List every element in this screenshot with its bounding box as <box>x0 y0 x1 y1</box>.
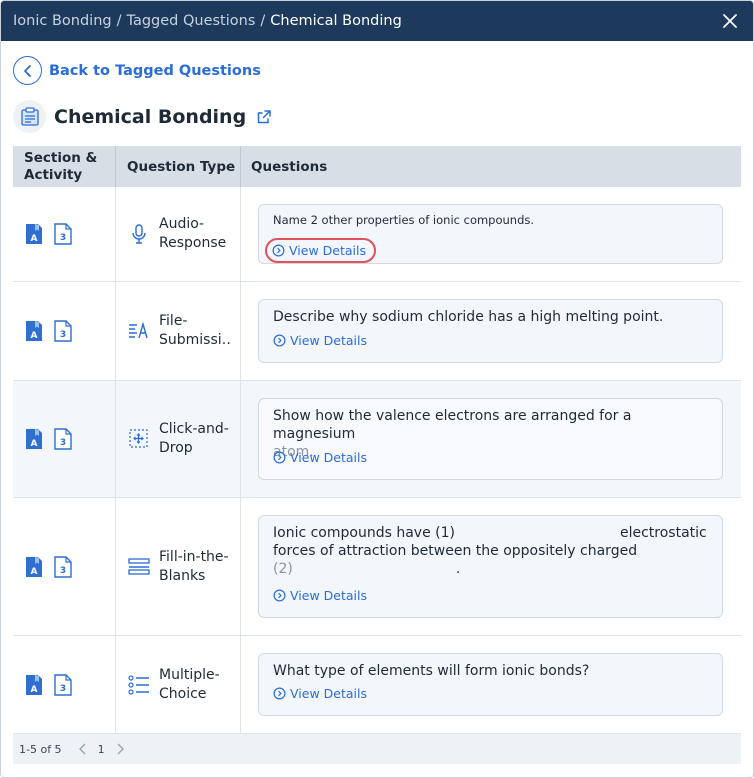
microphone-icon <box>132 224 146 244</box>
svg-text:A: A <box>31 685 38 695</box>
breadcrumb-separator: / <box>116 13 122 29</box>
chevron-right-icon[interactable] <box>113 742 127 756</box>
back-to-tagged-questions-link[interactable]: Back to Tagged Questions <box>13 56 261 85</box>
tagged-question-modal: Ionic Bonding / Tagged Questions / Chemi… <box>0 0 754 778</box>
table-header: Section & Activity Question Type Questio… <box>13 146 741 187</box>
breadcrumb-separator: / <box>260 13 266 29</box>
breadcrumb-item-ionic-bonding[interactable]: Ionic Bonding <box>13 13 112 29</box>
question-type-label: File-Submissi… <box>159 313 231 348</box>
question-card: Name 2 other properties of ionic compoun… <box>258 204 723 264</box>
page-title-row: Chemical Bonding <box>13 100 272 133</box>
activity-badge-icon: 3 <box>54 673 72 696</box>
svg-text:3: 3 <box>60 684 66 694</box>
question-type-cell: Multiple-Choice <box>116 636 241 733</box>
external-link-icon[interactable] <box>256 109 272 125</box>
back-link-label[interactable]: Back to Tagged Questions <box>49 63 261 79</box>
view-details-label[interactable]: View Details <box>289 243 366 258</box>
svg-text:3: 3 <box>60 566 66 576</box>
section-badge-icon: A <box>26 674 42 695</box>
chevron-right-circle-icon <box>273 451 286 464</box>
breadcrumb-item-tagged-questions[interactable]: Tagged Questions <box>126 13 255 29</box>
question-text: Name 2 other properties of ionic compoun… <box>273 213 535 227</box>
section-badge-icon: A <box>26 321 42 341</box>
svg-text:A: A <box>31 234 38 244</box>
view-details-link[interactable]: View Details <box>273 333 367 348</box>
question-cell: Name 2 other properties of ionic compoun… <box>241 187 741 281</box>
chevron-left-icon[interactable] <box>76 742 90 756</box>
svg-text:3: 3 <box>60 438 66 448</box>
activity-badge-icon: 3 <box>54 428 72 450</box>
view-details-link[interactable]: View Details <box>273 588 367 603</box>
activity-badge-icon: 3 <box>54 555 72 578</box>
question-cell: Show how the valence electrons are arran… <box>241 381 741 497</box>
view-details-label[interactable]: View Details <box>290 686 367 701</box>
table-row: A 3 Click-and-Drop Show how the valence … <box>13 381 741 498</box>
svg-text:A: A <box>31 439 38 449</box>
modal-header: Ionic Bonding / Tagged Questions / Chemi… <box>1 1 753 41</box>
section-badge-icon: A <box>26 556 42 577</box>
section-activity-cell: A 3 <box>13 282 116 380</box>
question-text: Describe why sodium chloride has a high … <box>273 309 664 325</box>
question-type-label: Audio-Response <box>159 216 227 251</box>
view-details-link[interactable]: View Details <box>273 686 367 701</box>
activity-badge-icon: 3 <box>54 223 72 245</box>
svg-text:A: A <box>31 567 38 577</box>
table-row: A 3 Audio-Response Name 2 other properti… <box>13 187 741 282</box>
view-details-label[interactable]: View Details <box>290 333 367 348</box>
question-card: Show how the valence electrons are arran… <box>258 398 723 480</box>
chevron-right-circle-icon <box>273 334 286 347</box>
view-details-link[interactable]: View Details <box>273 450 367 465</box>
question-type-label: Multiple-Choice <box>159 666 220 702</box>
pagination-range: 1-5 of 5 <box>19 742 62 756</box>
section-activity-cell: A 3 <box>13 498 116 635</box>
section-activity-cell: A 3 <box>13 187 116 281</box>
svg-text:3: 3 <box>60 330 66 340</box>
table-row: A 3 File-Submissi… Describe why sodium c… <box>13 282 741 381</box>
chevron-left-icon[interactable] <box>13 56 42 85</box>
question-type-label: Click-and-Drop <box>159 421 229 456</box>
question-card: What type of elements will form ionic bo… <box>258 653 723 716</box>
question-cell: Describe why sodium chloride has a high … <box>241 282 741 380</box>
view-details-link[interactable]: View Details <box>265 238 376 263</box>
column-header-questions: Questions <box>251 158 328 175</box>
column-header-question-type: Question Type <box>116 146 241 187</box>
view-details-label[interactable]: View Details <box>290 588 367 603</box>
tagged-questions-table: Section & Activity Question Type Questio… <box>13 146 741 764</box>
question-type-cell: Click-and-Drop <box>116 381 241 497</box>
pagination-bar: 1-5 of 5 1 <box>13 734 741 764</box>
svg-text:3: 3 <box>60 233 66 243</box>
activity-badge-icon: 3 <box>54 320 72 342</box>
table-row: A 3 Fill-in-the-Blanks Ionic compounds h… <box>13 498 741 636</box>
view-details-label[interactable]: View Details <box>290 450 367 465</box>
section-badge-icon: A <box>26 429 42 449</box>
chevron-right-circle-icon <box>273 589 286 602</box>
close-icon[interactable] <box>719 10 741 32</box>
question-type-cell: File-Submissi… <box>116 282 241 380</box>
chevron-right-circle-icon <box>272 244 285 257</box>
question-cell: What type of elements will form ionic bo… <box>241 636 741 733</box>
question-cell: Ionic compounds have (1) electrostatic fo… <box>241 498 741 635</box>
section-badge-icon: A <box>26 224 42 244</box>
chevron-right-circle-icon <box>273 687 286 700</box>
assessment-icon <box>13 100 46 133</box>
page-title: Chemical Bonding <box>54 105 247 128</box>
column-header-section-activity: Section & Activity <box>13 146 116 187</box>
svg-text:A: A <box>31 331 38 341</box>
breadcrumb-current: Chemical Bonding <box>270 13 402 29</box>
list-icon <box>128 674 149 695</box>
question-text: What type of elements will form ionic bo… <box>273 663 590 679</box>
question-card: Ionic compounds have (1) electrostatic fo… <box>258 515 723 618</box>
question-card: Describe why sodium chloride has a high … <box>258 299 723 363</box>
fill-blanks-icon <box>128 557 150 575</box>
click-and-drop-icon <box>129 429 148 448</box>
section-activity-cell: A 3 <box>13 381 116 497</box>
question-text: Ionic compounds have (1) electrostatic fo… <box>273 525 707 577</box>
question-type-label: Fill-in-the-Blanks <box>159 548 229 584</box>
table-row: A 3 Multiple-Choice What type of element… <box>13 636 741 734</box>
question-type-cell: Audio-Response <box>116 187 241 281</box>
file-submission-icon <box>129 321 148 339</box>
pagination-current-page[interactable]: 1 <box>98 743 105 756</box>
section-activity-cell: A 3 <box>13 636 116 733</box>
question-type-cell: Fill-in-the-Blanks <box>116 498 241 635</box>
